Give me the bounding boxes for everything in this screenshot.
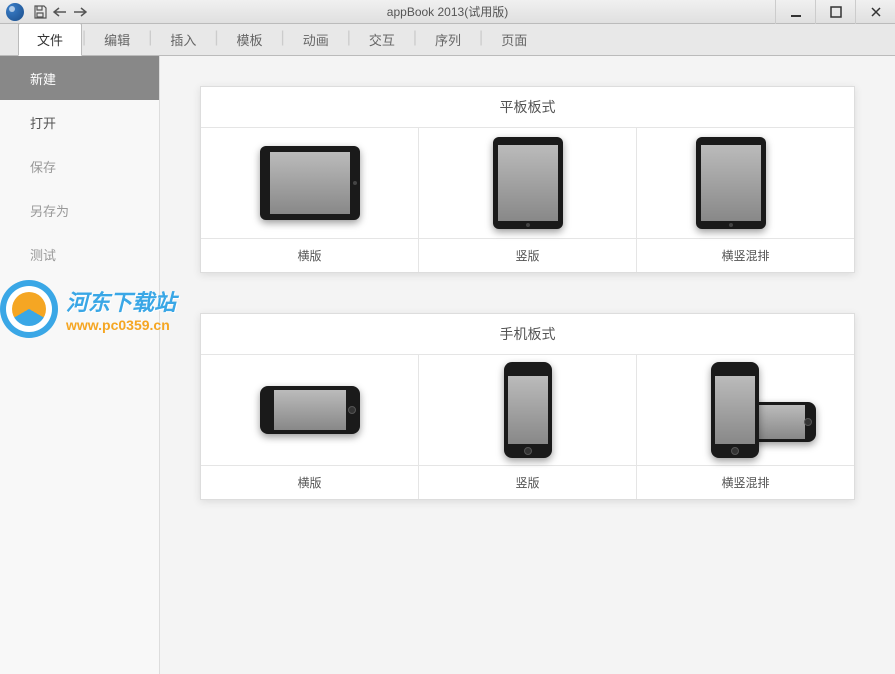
phone-option-1[interactable]: 竖版 [419,355,637,499]
main-content: 平板板式 横版竖版横竖混排 手机板式 横版竖版横竖混排 [160,56,895,674]
tablet-preview-icon [637,128,854,238]
phone-preview-icon [637,355,854,465]
tablet-option-2[interactable]: 横竖混排 [637,128,854,272]
close-button[interactable] [855,0,895,24]
phone-option-label: 竖版 [419,465,636,499]
tablet-option-label: 横竖混排 [637,238,854,272]
menu-tab-5[interactable]: 交互 [351,24,413,55]
tablet-panel: 平板板式 横版竖版横竖混排 [200,86,855,273]
phone-option-0[interactable]: 横版 [201,355,419,499]
minimize-button[interactable] [775,0,815,24]
sidebar-item-5[interactable]: 帮助 [0,276,159,320]
tablet-preview-icon [419,128,636,238]
forward-arrow-icon[interactable] [70,3,90,21]
phone-panel-title: 手机板式 [201,314,854,355]
tablet-options: 横版竖版横竖混排 [201,128,854,272]
sidebar-item-2[interactable]: 保存 [0,144,159,188]
phone-option-label: 横竖混排 [637,465,854,499]
menu-tab-7[interactable]: 页面 [483,24,545,55]
menu-tab-6[interactable]: 序列 [417,24,479,55]
tablet-option-label: 横版 [201,238,418,272]
menu-tab-1[interactable]: 编辑 [86,24,148,55]
menu-tab-4[interactable]: 动画 [285,24,347,55]
phone-option-2[interactable]: 横竖混排 [637,355,854,499]
workspace: 新建打开保存另存为测试帮助 平板板式 横版竖版横竖混排 手机板式 横版竖版横竖混… [0,56,895,674]
phone-panel: 手机板式 横版竖版横竖混排 [200,313,855,500]
sidebar-item-0[interactable]: 新建 [0,56,159,100]
window-title: appBook 2013(试用版) [387,3,508,20]
menu-tab-0[interactable]: 文件 [18,23,82,56]
phone-preview-icon [419,355,636,465]
sidebar-item-3[interactable]: 另存为 [0,188,159,232]
maximize-button[interactable] [815,0,855,24]
title-bar: appBook 2013(试用版) [0,0,895,24]
phone-option-label: 横版 [201,465,418,499]
save-icon[interactable] [30,3,50,21]
sidebar-item-4[interactable]: 测试 [0,232,159,276]
tablet-preview-icon [201,128,418,238]
back-arrow-icon[interactable] [50,3,70,21]
phone-options: 横版竖版横竖混排 [201,355,854,499]
sidebar-item-1[interactable]: 打开 [0,100,159,144]
sidebar: 新建打开保存另存为测试帮助 [0,56,160,674]
tablet-option-0[interactable]: 横版 [201,128,419,272]
menu-bar: 文件|编辑|插入|模板|动画|交互|序列|页面 [0,24,895,56]
tablet-option-label: 竖版 [419,238,636,272]
tablet-panel-title: 平板板式 [201,87,854,128]
menu-tab-3[interactable]: 模板 [219,24,281,55]
menu-tab-2[interactable]: 插入 [152,24,214,55]
tablet-option-1[interactable]: 竖版 [419,128,637,272]
phone-preview-icon [201,355,418,465]
app-icon [6,3,24,21]
window-controls [775,0,895,24]
